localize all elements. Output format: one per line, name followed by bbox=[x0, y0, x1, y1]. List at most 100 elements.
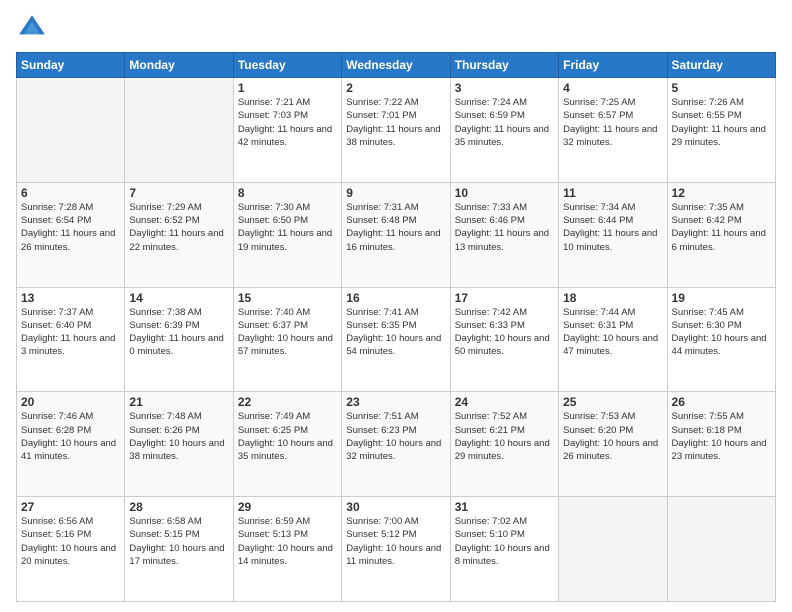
day-info: Sunrise: 7:49 AM Sunset: 6:25 PM Dayligh… bbox=[238, 410, 337, 463]
calendar-cell: 24 Sunrise: 7:52 AM Sunset: 6:21 PM Dayl… bbox=[450, 392, 558, 497]
sunrise: Sunrise: 7:38 AM bbox=[129, 307, 201, 318]
day-number: 16 bbox=[346, 291, 445, 305]
week-row-5: 27 Sunrise: 6:56 AM Sunset: 5:16 PM Dayl… bbox=[17, 497, 776, 602]
week-row-3: 13 Sunrise: 7:37 AM Sunset: 6:40 PM Dayl… bbox=[17, 287, 776, 392]
calendar-cell: 9 Sunrise: 7:31 AM Sunset: 6:48 PM Dayli… bbox=[342, 182, 450, 287]
sunrise: Sunrise: 6:59 AM bbox=[238, 516, 310, 527]
day-number: 17 bbox=[455, 291, 554, 305]
daylight: Daylight: 11 hours and 16 minutes. bbox=[346, 228, 440, 252]
day-number: 8 bbox=[238, 186, 337, 200]
day-info: Sunrise: 7:38 AM Sunset: 6:39 PM Dayligh… bbox=[129, 306, 228, 359]
sunset: Sunset: 5:15 PM bbox=[129, 529, 199, 540]
daylight: Daylight: 11 hours and 6 minutes. bbox=[672, 228, 766, 252]
sunset: Sunset: 6:46 PM bbox=[455, 215, 525, 226]
sunrise: Sunrise: 6:58 AM bbox=[129, 516, 201, 527]
sunset: Sunset: 6:26 PM bbox=[129, 425, 199, 436]
calendar-cell: 19 Sunrise: 7:45 AM Sunset: 6:30 PM Dayl… bbox=[667, 287, 775, 392]
sunrise: Sunrise: 7:31 AM bbox=[346, 202, 418, 213]
sunset: Sunset: 6:30 PM bbox=[672, 320, 742, 331]
sunrise: Sunrise: 7:25 AM bbox=[563, 97, 635, 108]
calendar-cell bbox=[125, 78, 233, 183]
header bbox=[16, 12, 776, 44]
calendar-cell: 15 Sunrise: 7:40 AM Sunset: 6:37 PM Dayl… bbox=[233, 287, 341, 392]
weekday-header-saturday: Saturday bbox=[667, 53, 775, 78]
daylight: Daylight: 10 hours and 17 minutes. bbox=[129, 543, 224, 567]
calendar-cell: 14 Sunrise: 7:38 AM Sunset: 6:39 PM Dayl… bbox=[125, 287, 233, 392]
day-number: 5 bbox=[672, 81, 771, 95]
day-info: Sunrise: 7:52 AM Sunset: 6:21 PM Dayligh… bbox=[455, 410, 554, 463]
daylight: Daylight: 10 hours and 29 minutes. bbox=[455, 438, 550, 462]
calendar-cell: 16 Sunrise: 7:41 AM Sunset: 6:35 PM Dayl… bbox=[342, 287, 450, 392]
day-number: 31 bbox=[455, 500, 554, 514]
sunrise: Sunrise: 7:45 AM bbox=[672, 307, 744, 318]
sunset: Sunset: 5:12 PM bbox=[346, 529, 416, 540]
calendar-cell: 8 Sunrise: 7:30 AM Sunset: 6:50 PM Dayli… bbox=[233, 182, 341, 287]
sunrise: Sunrise: 7:49 AM bbox=[238, 411, 310, 422]
day-info: Sunrise: 7:33 AM Sunset: 6:46 PM Dayligh… bbox=[455, 201, 554, 254]
sunset: Sunset: 7:01 PM bbox=[346, 110, 416, 121]
calendar-cell bbox=[559, 497, 667, 602]
calendar-cell: 30 Sunrise: 7:00 AM Sunset: 5:12 PM Dayl… bbox=[342, 497, 450, 602]
sunrise: Sunrise: 7:02 AM bbox=[455, 516, 527, 527]
day-info: Sunrise: 7:35 AM Sunset: 6:42 PM Dayligh… bbox=[672, 201, 771, 254]
calendar-cell bbox=[17, 78, 125, 183]
sunrise: Sunrise: 7:42 AM bbox=[455, 307, 527, 318]
daylight: Daylight: 11 hours and 29 minutes. bbox=[672, 124, 766, 148]
day-info: Sunrise: 7:21 AM Sunset: 7:03 PM Dayligh… bbox=[238, 96, 337, 149]
sunset: Sunset: 6:55 PM bbox=[672, 110, 742, 121]
day-info: Sunrise: 6:58 AM Sunset: 5:15 PM Dayligh… bbox=[129, 515, 228, 568]
sunrise: Sunrise: 7:00 AM bbox=[346, 516, 418, 527]
daylight: Daylight: 11 hours and 42 minutes. bbox=[238, 124, 332, 148]
sunset: Sunset: 6:37 PM bbox=[238, 320, 308, 331]
day-number: 14 bbox=[129, 291, 228, 305]
day-number: 9 bbox=[346, 186, 445, 200]
sunrise: Sunrise: 7:22 AM bbox=[346, 97, 418, 108]
day-info: Sunrise: 7:53 AM Sunset: 6:20 PM Dayligh… bbox=[563, 410, 662, 463]
daylight: Daylight: 10 hours and 11 minutes. bbox=[346, 543, 441, 567]
sunrise: Sunrise: 7:48 AM bbox=[129, 411, 201, 422]
calendar-cell: 10 Sunrise: 7:33 AM Sunset: 6:46 PM Dayl… bbox=[450, 182, 558, 287]
daylight: Daylight: 11 hours and 32 minutes. bbox=[563, 124, 657, 148]
logo-icon bbox=[16, 12, 48, 44]
calendar-cell: 6 Sunrise: 7:28 AM Sunset: 6:54 PM Dayli… bbox=[17, 182, 125, 287]
sunrise: Sunrise: 7:29 AM bbox=[129, 202, 201, 213]
sunrise: Sunrise: 7:55 AM bbox=[672, 411, 744, 422]
day-info: Sunrise: 7:51 AM Sunset: 6:23 PM Dayligh… bbox=[346, 410, 445, 463]
weekday-header-monday: Monday bbox=[125, 53, 233, 78]
daylight: Daylight: 11 hours and 22 minutes. bbox=[129, 228, 223, 252]
sunset: Sunset: 6:23 PM bbox=[346, 425, 416, 436]
sunset: Sunset: 6:31 PM bbox=[563, 320, 633, 331]
sunrise: Sunrise: 7:37 AM bbox=[21, 307, 93, 318]
calendar-cell: 23 Sunrise: 7:51 AM Sunset: 6:23 PM Dayl… bbox=[342, 392, 450, 497]
sunset: Sunset: 6:57 PM bbox=[563, 110, 633, 121]
weekday-header-sunday: Sunday bbox=[17, 53, 125, 78]
day-number: 29 bbox=[238, 500, 337, 514]
daylight: Daylight: 10 hours and 54 minutes. bbox=[346, 333, 441, 357]
sunset: Sunset: 6:42 PM bbox=[672, 215, 742, 226]
sunrise: Sunrise: 7:40 AM bbox=[238, 307, 310, 318]
day-info: Sunrise: 7:00 AM Sunset: 5:12 PM Dayligh… bbox=[346, 515, 445, 568]
calendar-cell: 29 Sunrise: 6:59 AM Sunset: 5:13 PM Dayl… bbox=[233, 497, 341, 602]
day-number: 3 bbox=[455, 81, 554, 95]
day-number: 13 bbox=[21, 291, 120, 305]
calendar-cell: 28 Sunrise: 6:58 AM Sunset: 5:15 PM Dayl… bbox=[125, 497, 233, 602]
daylight: Daylight: 11 hours and 13 minutes. bbox=[455, 228, 549, 252]
day-info: Sunrise: 7:37 AM Sunset: 6:40 PM Dayligh… bbox=[21, 306, 120, 359]
sunrise: Sunrise: 6:56 AM bbox=[21, 516, 93, 527]
calendar-cell: 17 Sunrise: 7:42 AM Sunset: 6:33 PM Dayl… bbox=[450, 287, 558, 392]
daylight: Daylight: 10 hours and 44 minutes. bbox=[672, 333, 767, 357]
daylight: Daylight: 10 hours and 41 minutes. bbox=[21, 438, 116, 462]
day-number: 12 bbox=[672, 186, 771, 200]
sunset: Sunset: 6:28 PM bbox=[21, 425, 91, 436]
sunrise: Sunrise: 7:33 AM bbox=[455, 202, 527, 213]
calendar-cell: 13 Sunrise: 7:37 AM Sunset: 6:40 PM Dayl… bbox=[17, 287, 125, 392]
sunset: Sunset: 6:50 PM bbox=[238, 215, 308, 226]
sunset: Sunset: 5:16 PM bbox=[21, 529, 91, 540]
sunset: Sunset: 6:52 PM bbox=[129, 215, 199, 226]
daylight: Daylight: 11 hours and 38 minutes. bbox=[346, 124, 440, 148]
sunrise: Sunrise: 7:53 AM bbox=[563, 411, 635, 422]
day-info: Sunrise: 6:56 AM Sunset: 5:16 PM Dayligh… bbox=[21, 515, 120, 568]
daylight: Daylight: 10 hours and 47 minutes. bbox=[563, 333, 658, 357]
day-info: Sunrise: 7:48 AM Sunset: 6:26 PM Dayligh… bbox=[129, 410, 228, 463]
day-number: 1 bbox=[238, 81, 337, 95]
